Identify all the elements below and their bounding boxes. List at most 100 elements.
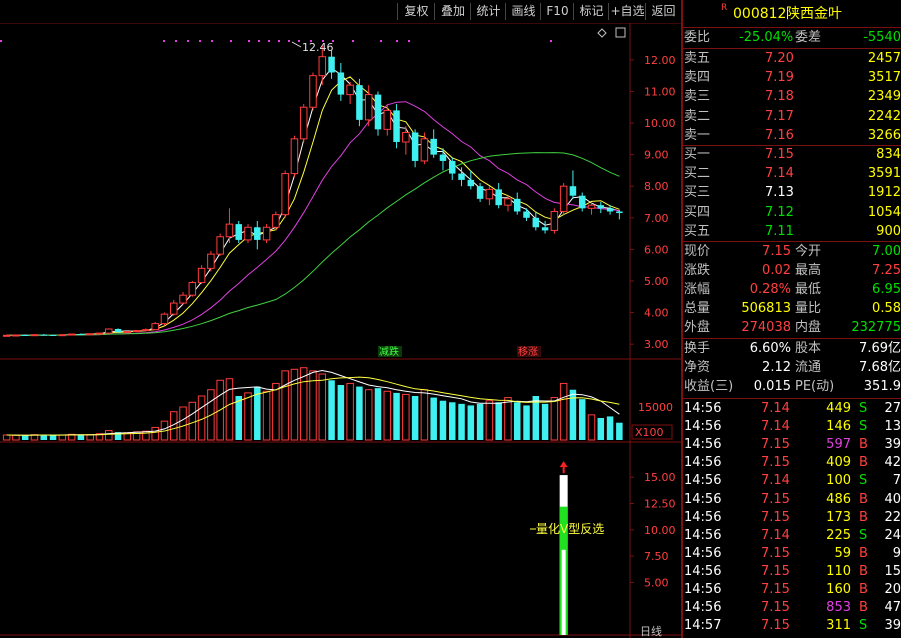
candle-body xyxy=(254,227,261,240)
candle-body xyxy=(58,334,67,337)
buy_orders-row[interactable]: 买二 7.14 3591 xyxy=(683,165,901,183)
candle-body xyxy=(411,132,419,161)
tick-count: 15 xyxy=(884,563,901,579)
quote-value: 0.02 xyxy=(762,263,791,278)
volume-bar xyxy=(616,422,623,440)
tick-row[interactable]: 14:56 7.15 486 B 40 xyxy=(683,491,901,509)
sell_orders-volume: 2457 xyxy=(867,51,901,66)
volume-bar xyxy=(476,403,484,440)
restore-rights-button[interactable]: 复权 xyxy=(397,3,435,20)
statistics-button[interactable]: 统计 xyxy=(470,3,506,20)
tick-price: 7.15 xyxy=(761,491,790,507)
volume-bar xyxy=(244,392,252,441)
add-watchlist-button[interactable]: +自选 xyxy=(608,3,646,20)
price-tick-label: 8.00 xyxy=(644,180,669,193)
price-tick-label: 4.00 xyxy=(644,307,669,320)
buy_orders-row[interactable]: 买三 7.13 1912 xyxy=(683,184,901,202)
tick-side: S xyxy=(859,473,868,489)
price-tick-label: 11.00 xyxy=(644,85,676,98)
tick-row[interactable]: 14:56 7.14 225 S 24 xyxy=(683,527,901,545)
candle-body xyxy=(299,106,308,140)
kline-chart-svg[interactable]: 12.00 11.00 10.00 9.00 8.00 7.00 6.00 5.00 4.00 3… xyxy=(0,22,681,638)
tick-row[interactable]: 14:56 7.14 146 S 13 xyxy=(683,418,901,436)
sell_orders-row[interactable]: 卖三 7.18 2349 xyxy=(683,88,901,106)
tick-row[interactable]: 14:56 7.15 853 B 47 xyxy=(683,599,901,617)
quote-value: 0.28% xyxy=(749,282,791,297)
mark-button[interactable]: 标记 xyxy=(573,3,609,20)
candle xyxy=(449,157,456,180)
volume-bar xyxy=(559,382,568,441)
volume-bar xyxy=(12,434,20,441)
tick-volume: 486 xyxy=(826,491,851,507)
tick-row[interactable]: 14:57 7.15 311 S 39 xyxy=(683,617,901,635)
tag-right-label: 移涨 xyxy=(518,345,538,358)
top-dot xyxy=(199,40,201,42)
quote-value: 7.00 xyxy=(872,244,901,259)
buy_orders-volume: 3591 xyxy=(867,166,901,182)
volume-bar xyxy=(439,400,447,440)
volume-bar xyxy=(346,382,354,441)
candle-body xyxy=(142,329,150,332)
buy_orders-row[interactable]: 买四 7.12 1054 xyxy=(683,204,901,222)
sell_orders-row[interactable]: 卖一 7.16 3266 xyxy=(683,127,901,145)
candle xyxy=(254,220,261,250)
tick-side: S xyxy=(859,618,868,634)
buy_orders-label: 买四 xyxy=(684,204,711,220)
sell_orders-row[interactable]: 卖四 7.19 3517 xyxy=(683,69,901,87)
candle xyxy=(12,334,20,337)
candle xyxy=(132,329,141,333)
top-dot xyxy=(380,40,382,42)
diamond-icon[interactable] xyxy=(597,28,607,38)
volume-bar xyxy=(272,382,280,441)
buy_orders-row[interactable]: 买一 7.15 834 xyxy=(683,146,901,164)
tick-row[interactable]: 14:56 7.14 100 S 7 xyxy=(683,472,901,490)
tick-side: B xyxy=(859,545,868,561)
candle-body xyxy=(216,236,224,255)
price-axis: 12.00 11.00 10.00 9.00 8.00 7.00 6.00 5.00 4.00 3… xyxy=(630,54,676,351)
stats-label: 换手 xyxy=(684,341,711,356)
back-button[interactable]: 返回 xyxy=(645,3,681,20)
candle xyxy=(356,78,363,127)
tick-row[interactable]: 14:56 7.15 110 B 15 xyxy=(683,563,901,581)
tick-row[interactable]: 14:56 7.15 597 B 39 xyxy=(683,436,901,454)
volume-bar xyxy=(485,400,494,441)
candle xyxy=(328,50,335,79)
f10-button[interactable]: F10 xyxy=(540,3,574,20)
tick-volume: 597 xyxy=(826,437,851,453)
draw-line-button[interactable]: 画线 xyxy=(505,3,541,20)
quote-row: 涨跌 0.02 最高 7.25 xyxy=(683,262,901,280)
buy_orders-price: 7.11 xyxy=(765,223,794,239)
tick-volume: 160 xyxy=(826,582,851,597)
quote-row: 涨幅 0.28% 最低 6.95 xyxy=(683,281,901,299)
sell_orders-row[interactable]: 卖二 7.17 2242 xyxy=(683,108,901,126)
tick-row[interactable]: 14:56 7.15 160 B 20 xyxy=(683,581,901,599)
candle-body xyxy=(458,173,465,180)
volume-bar xyxy=(374,388,382,440)
tick-time: 14:56 xyxy=(684,582,722,597)
candle xyxy=(411,129,419,168)
candle-body xyxy=(235,224,242,240)
candle-body xyxy=(30,334,39,337)
stats-value: 7.68亿 xyxy=(859,360,901,375)
candle-body xyxy=(2,334,11,337)
volume-bar xyxy=(299,367,308,441)
tick-row[interactable]: 14:56 7.15 59 B 9 xyxy=(683,545,901,563)
candle xyxy=(346,81,354,105)
stock-code[interactable]: 000812 xyxy=(733,3,786,25)
buy_orders-row[interactable]: 买五 7.11 900 xyxy=(683,223,901,241)
stock-name[interactable]: 陕西金叶 xyxy=(786,3,842,25)
quote-row: 总量 506813 量比 0.58 xyxy=(683,300,901,318)
tick-row[interactable]: 14:56 7.15 173 B 22 xyxy=(683,509,901,527)
stats-value: 2.12 xyxy=(762,360,791,375)
candle xyxy=(495,183,502,209)
stats-value: 0.015 xyxy=(753,379,791,394)
overlay-button[interactable]: 叠加 xyxy=(434,3,471,20)
window-icon[interactable] xyxy=(615,27,626,38)
tick-count: 42 xyxy=(884,455,901,471)
tick-row[interactable]: 14:56 7.15 409 B 42 xyxy=(683,454,901,472)
candle xyxy=(281,170,289,218)
kline-chart-area[interactable]: 12.00 11.00 10.00 9.00 8.00 7.00 6.00 5.00 4.00 3… xyxy=(0,22,681,638)
sell_orders-row[interactable]: 卖五 7.20 2457 xyxy=(683,50,901,68)
tick-volume: 173 xyxy=(826,509,851,525)
tick-row[interactable]: 14:56 7.14 449 S 27 xyxy=(683,400,901,418)
